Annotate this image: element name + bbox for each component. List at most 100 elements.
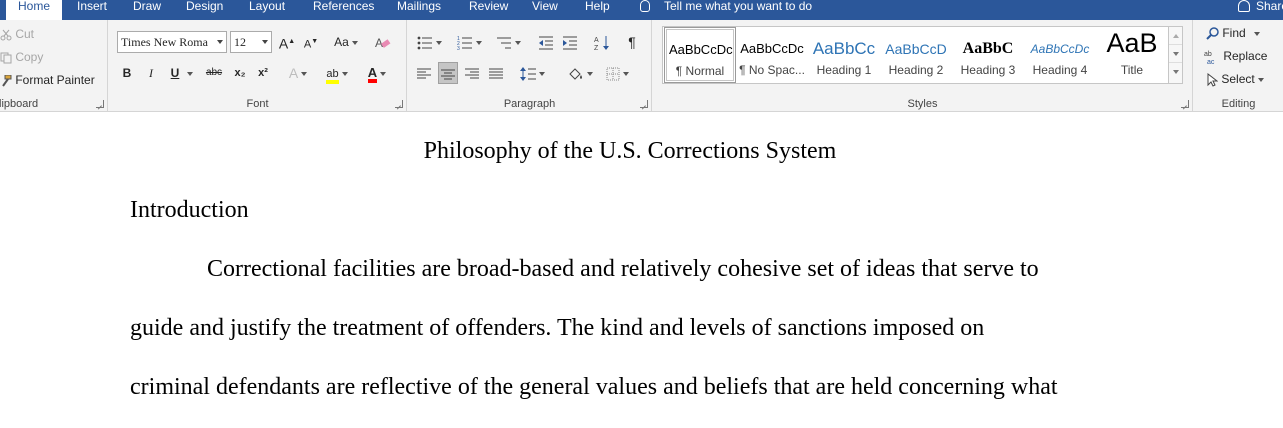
bullets-button[interactable] xyxy=(414,31,444,53)
tell-me-search[interactable]: Tell me what you want to do xyxy=(640,0,812,20)
change-case-button[interactable]: Aa xyxy=(329,31,363,53)
share-button[interactable]: Share xyxy=(1238,0,1283,12)
style-name: Title xyxy=(1120,63,1144,77)
clear-formatting-button[interactable]: A xyxy=(373,31,393,53)
style-preview: AaBbCc xyxy=(812,39,876,58)
highlight-color-button[interactable]: ab xyxy=(321,62,353,84)
cut-button[interactable]: Cut xyxy=(0,27,34,41)
style-heading-4[interactable]: AaBbCcDc Heading 4 xyxy=(1024,27,1096,83)
eraser-icon: A xyxy=(375,36,391,50)
ribbon: Cut Copy Format Painter lipboard Times N… xyxy=(0,20,1283,112)
styles-gallery-scroller[interactable] xyxy=(1168,27,1182,83)
align-left-icon xyxy=(417,68,431,79)
document-page[interactable]: Philosophy of the U.S. Corrections Syste… xyxy=(0,113,1283,428)
font-dialog-launcher-icon[interactable] xyxy=(395,100,403,108)
align-center-button[interactable] xyxy=(438,62,458,84)
chevron-down-icon xyxy=(186,71,193,76)
styles-dialog-launcher-icon[interactable] xyxy=(1181,100,1189,108)
text-effects-icon: A xyxy=(288,65,299,81)
superscript-button[interactable]: x² xyxy=(254,62,272,84)
borders-button[interactable] xyxy=(602,62,632,84)
style-heading-1[interactable]: AaBbCc Heading 1 xyxy=(808,27,880,83)
copy-icon xyxy=(0,52,12,64)
subscript-button[interactable]: x₂ xyxy=(231,62,249,84)
tab-view[interactable]: View xyxy=(532,0,558,20)
align-right-button[interactable] xyxy=(462,62,482,84)
shading-button[interactable] xyxy=(563,62,597,84)
underline-button[interactable]: U xyxy=(167,62,183,84)
numbering-button[interactable]: 123 xyxy=(452,31,486,53)
text-effects-button[interactable]: A xyxy=(284,62,312,84)
tab-review[interactable]: Review xyxy=(469,0,508,20)
paint-bucket-icon xyxy=(568,68,582,80)
numbered-list-icon: 123 xyxy=(457,36,472,50)
show-formatting-marks-button[interactable]: ¶ xyxy=(622,31,642,53)
highlighter-icon: ab xyxy=(326,68,339,84)
tab-insert[interactable]: Insert xyxy=(77,0,107,20)
tell-me-label: Tell me what you want to do xyxy=(664,0,813,13)
style-normal[interactable]: AaBbCcDc ¶ Normal xyxy=(664,27,736,83)
select-button[interactable]: Select xyxy=(1206,72,1264,87)
font-name-box[interactable]: Times New Roma xyxy=(117,31,227,53)
underline-dropdown[interactable] xyxy=(183,62,193,84)
paintbrush-icon xyxy=(2,74,12,87)
replace-button[interactable]: ab ac Replace xyxy=(1204,49,1267,65)
chevron-down-icon xyxy=(475,40,482,45)
format-painter-label: Format Painter xyxy=(15,73,95,87)
tab-references[interactable]: References xyxy=(313,0,374,20)
document-title: Philosophy of the U.S. Corrections Syste… xyxy=(423,138,837,164)
tab-layout[interactable]: Layout xyxy=(249,0,285,20)
chevron-down-icon xyxy=(341,71,348,76)
clipboard-dialog-launcher-icon[interactable] xyxy=(96,100,104,108)
increase-indent-button[interactable] xyxy=(560,31,580,53)
search-icon xyxy=(1206,27,1219,41)
scroll-down-icon[interactable] xyxy=(1169,45,1182,63)
scroll-up-icon[interactable] xyxy=(1169,27,1182,45)
bold-button[interactable]: B xyxy=(119,62,135,84)
style-heading-3[interactable]: AaBbC Heading 3 xyxy=(952,27,1024,83)
editing-group-label: Editing xyxy=(1221,98,1256,110)
italic-button[interactable]: I xyxy=(143,62,159,84)
style-heading-2[interactable]: AaBbCcD Heading 2 xyxy=(880,27,952,83)
style-preview: AaBbCcDc xyxy=(740,41,804,56)
increase-indent-icon xyxy=(563,36,577,50)
paragraph-dialog-launcher-icon[interactable] xyxy=(640,100,648,108)
sort-button[interactable]: AZ xyxy=(592,31,612,53)
grow-font-icon: A xyxy=(278,35,289,52)
style-name: Heading 2 xyxy=(888,63,944,77)
replace-label: Replace xyxy=(1223,49,1268,64)
paragraph-line: criminal defendants are reflective of th… xyxy=(130,374,1058,400)
paragraph-group: 123 AZ ¶ Paragraph xyxy=(408,20,652,112)
style-preview: AaBbCcDc xyxy=(1030,42,1090,56)
style-preview: AaBbCcDc xyxy=(669,42,733,57)
font-size-box[interactable]: 12 xyxy=(230,31,272,53)
align-left-button[interactable] xyxy=(414,62,434,84)
multilevel-list-button[interactable] xyxy=(492,31,524,53)
style-name: Heading 1 xyxy=(816,63,872,77)
tab-design[interactable]: Design xyxy=(186,0,223,20)
line-spacing-button[interactable] xyxy=(516,62,548,84)
select-label: Select xyxy=(1221,72,1255,86)
format-painter-button[interactable]: Format Painter xyxy=(0,73,95,87)
more-styles-icon[interactable] xyxy=(1169,63,1182,81)
chevron-down-icon xyxy=(514,40,521,45)
copy-button[interactable]: Copy xyxy=(0,50,43,64)
font-color-button[interactable]: A xyxy=(361,62,393,84)
justify-button[interactable] xyxy=(486,62,506,84)
justify-icon xyxy=(489,68,503,79)
shrink-font-button[interactable]: A▼ xyxy=(302,31,320,53)
decrease-indent-button[interactable] xyxy=(536,31,556,53)
find-button[interactable]: Find xyxy=(1206,26,1260,41)
styles-group-label: Styles xyxy=(907,98,938,110)
grow-font-button[interactable]: A▲ xyxy=(278,31,296,53)
sort-az-icon: AZ xyxy=(594,35,609,51)
tab-mailings[interactable]: Mailings xyxy=(397,0,441,20)
strikethrough-button[interactable]: abc xyxy=(203,62,225,84)
align-center-icon xyxy=(441,69,455,80)
style-no-spacing[interactable]: AaBbCcDc ¶ No Spac... xyxy=(736,27,808,83)
tab-help[interactable]: Help xyxy=(585,0,610,20)
style-title[interactable]: AaB Title xyxy=(1096,27,1168,83)
chevron-down-icon xyxy=(301,72,308,77)
tab-home[interactable]: Home xyxy=(6,0,62,20)
tab-draw[interactable]: Draw xyxy=(133,0,161,20)
